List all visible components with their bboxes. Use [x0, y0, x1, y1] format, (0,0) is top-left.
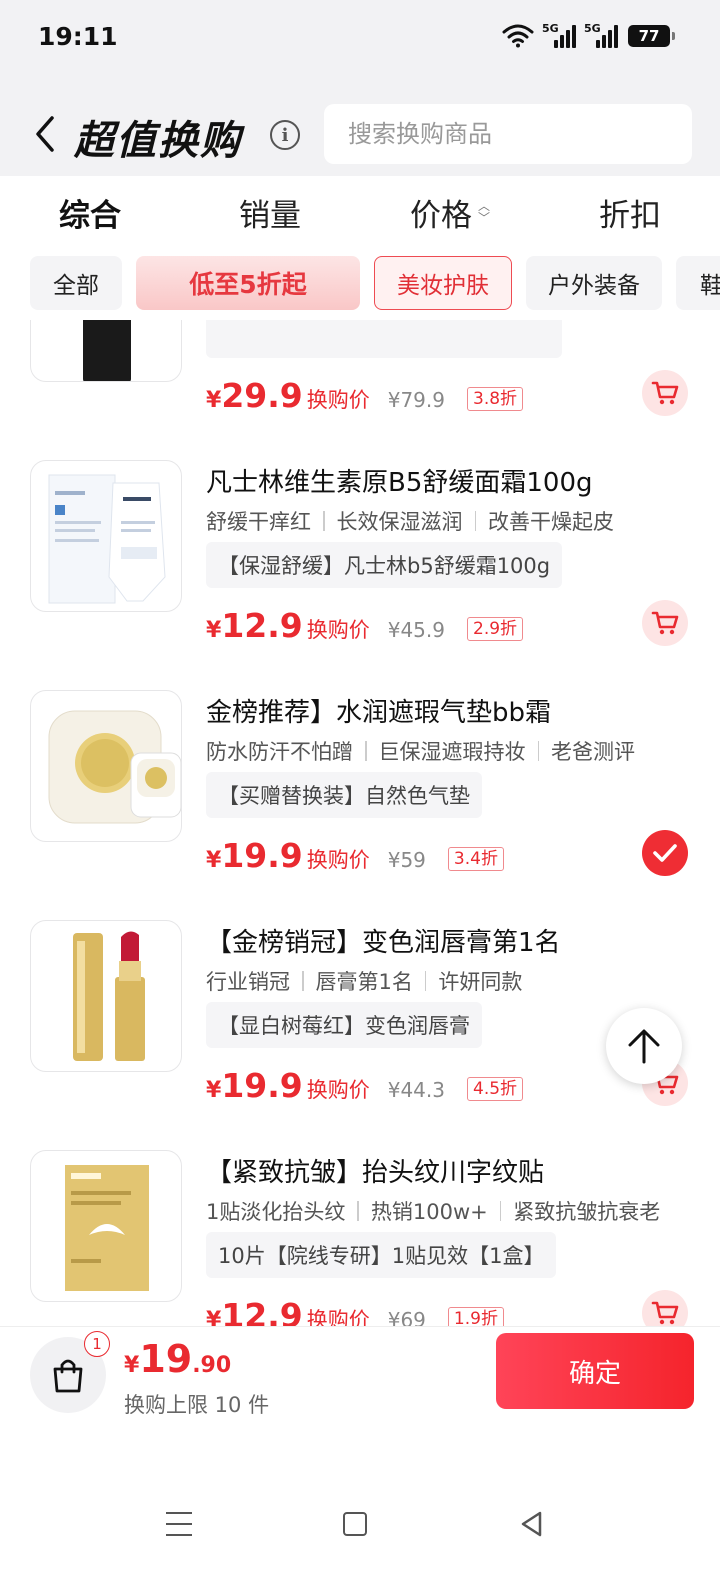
sort-arrows-icon: ︿ ﹀: [477, 199, 490, 225]
product-price: 12.9: [221, 606, 303, 645]
chip-beauty[interactable]: 美妆护肤: [374, 256, 512, 310]
product-tags: 防水防汗不怕蹭 巨保湿遮瑕持妆 老爸测评: [206, 740, 635, 764]
tab-discount[interactable]: 折扣: [540, 176, 720, 246]
selected-check-button[interactable]: [642, 830, 688, 876]
product-spec: 【买赠替换装】自然色气垫: [206, 772, 482, 818]
price-label: 换购价: [306, 618, 370, 642]
discount-badge: 3.8折: [467, 387, 524, 411]
product-title: 凡士林维生素原B5舒缓面霜100g: [206, 468, 593, 498]
lipstick-image: [73, 931, 145, 1061]
status-bar: 19:11 5G 5G 77: [0, 0, 720, 80]
discount-badge: 2.9折: [467, 617, 524, 641]
scroll-to-top-button[interactable]: [606, 1008, 682, 1084]
limit-text: 换购上限 10 件: [124, 1393, 270, 1417]
signal-icon: 5G: [542, 22, 576, 48]
filter-chips: 全部 低至5折起 美妆护肤 户外装备 鞋: [0, 256, 720, 314]
search-box[interactable]: [324, 104, 692, 164]
chip-shoes[interactable]: 鞋: [676, 256, 720, 310]
bottle-image: [83, 320, 131, 381]
product-image: [30, 920, 182, 1072]
product-spec: 【显白树莓红】变色润唇膏: [206, 1002, 482, 1048]
tab-price[interactable]: 价格 ︿ ﹀: [360, 176, 540, 246]
product-title: 【紧致抗皱】抬头纹川字纹贴: [206, 1158, 545, 1188]
product-spec: [206, 320, 562, 358]
check-icon: [653, 844, 677, 862]
back-icon[interactable]: [30, 114, 60, 154]
product-list[interactable]: ¥ 29.9 换购价 ¥79.9 3.8折 凡士林维生素原B5舒缓面霜100g …: [0, 320, 720, 1326]
total-price: ¥19.90: [124, 1337, 232, 1381]
cart-icon: [651, 611, 679, 635]
product-card[interactable]: 凡士林维生素原B5舒缓面霜100g 舒缓干痒红 长效保湿滋润 改善干燥起皮 【保…: [0, 450, 720, 680]
chip-promo[interactable]: 低至5折起: [136, 256, 360, 310]
info-icon[interactable]: i: [270, 120, 300, 150]
price-row: ¥ 19.9 换购价 ¥59 3.4折: [206, 836, 504, 875]
price-label: 换购价: [306, 388, 370, 412]
original-price: ¥59: [387, 848, 426, 872]
product-tags: 行业销冠 唇膏第1名 许妍同款: [206, 970, 523, 994]
product-tags: 1贴淡化抬头纹 热销100w+ 紧致抗皱抗衰老: [206, 1200, 661, 1224]
product-image: [30, 460, 182, 612]
chip-all[interactable]: 全部: [30, 256, 122, 310]
page-title: 超值换购: [74, 118, 242, 164]
price-row: ¥ 12.9 换购价 ¥69 1.9折: [206, 1296, 504, 1326]
cushion-compact-image: [48, 710, 181, 824]
product-title: 【金榜销冠】变色润唇膏第1名: [206, 928, 561, 958]
price-row: ¥ 29.9 换购价 ¥79.9 3.8折: [206, 376, 524, 415]
top-area: 19:11 5G 5G 77 超值换购 i 搜索换购商品: [0, 0, 720, 176]
product-price: 19.9: [221, 836, 303, 875]
tab-comprehensive[interactable]: 综合: [0, 176, 180, 246]
product-image: [30, 320, 182, 382]
discount-badge: 3.4折: [447, 847, 504, 871]
chip-outdoor[interactable]: 户外装备: [526, 256, 662, 310]
search-input[interactable]: [324, 104, 692, 164]
sort-tabs: 综合 销量 价格 ︿ ﹀ 折扣: [0, 176, 720, 246]
home-icon[interactable]: [343, 1512, 367, 1536]
tab-sales[interactable]: 销量: [180, 176, 360, 246]
cart-icon: [651, 381, 679, 405]
product-card[interactable]: 【紧致抗皱】抬头纹川字纹贴 1贴淡化抬头纹 热销100w+ 紧致抗皱抗衰老 10…: [0, 1140, 720, 1326]
product-spec: 10片【院线专研】1贴见效【1盒】: [206, 1232, 557, 1278]
product-image: [30, 1150, 182, 1302]
menu-icon[interactable]: [166, 1512, 192, 1536]
price-row: ¥ 19.9 换购价 ¥44.3 4.5折: [206, 1066, 524, 1105]
nav-back-icon[interactable]: [518, 1510, 546, 1538]
price-row: ¥ 12.9 换购价 ¥45.9 2.9折: [206, 606, 524, 645]
status-icons: 5G 5G 77: [502, 22, 675, 48]
cart-icon: [651, 1301, 679, 1325]
add-to-cart-button[interactable]: [642, 1290, 688, 1326]
shopping-bag-icon: [53, 1359, 83, 1393]
price-label: 换购价: [306, 1078, 370, 1102]
patch-box-image: [65, 1165, 149, 1291]
price-label: 换购价: [306, 848, 370, 872]
product-price: 29.9: [221, 376, 303, 415]
product-image: [30, 690, 182, 842]
product-price: 12.9: [221, 1296, 303, 1326]
signal-icon: 5G: [584, 22, 618, 48]
bottom-bar: 1 ¥19.90 换购上限 10 件 确定: [0, 1326, 720, 1486]
cream-tube-image: [48, 474, 166, 604]
original-price: ¥79.9: [387, 388, 445, 412]
confirm-button[interactable]: 确定: [496, 1333, 694, 1409]
product-price: 19.9: [221, 1066, 303, 1105]
arrow-up-icon: [628, 1029, 660, 1064]
discount-badge: 1.9折: [447, 1307, 504, 1326]
original-price: ¥69: [387, 1308, 426, 1326]
cart-count-badge: 1: [84, 1331, 110, 1357]
add-to-cart-button[interactable]: [642, 370, 688, 416]
wifi-icon: [502, 24, 534, 48]
add-to-cart-button[interactable]: [642, 600, 688, 646]
original-price: ¥45.9: [387, 618, 445, 642]
product-spec: 【保湿舒缓】凡士林b5舒缓霜100g: [206, 542, 563, 588]
system-nav-bar: [0, 1486, 720, 1584]
price-label: 换购价: [306, 1308, 370, 1326]
status-time: 19:11: [38, 22, 118, 51]
product-card[interactable]: 金榜推荐】水润遮瑕气垫bb霜 防水防汗不怕蹭 巨保湿遮瑕持妆 老爸测评 【买赠替…: [0, 680, 720, 910]
product-card[interactable]: ¥ 29.9 换购价 ¥79.9 3.8折: [0, 320, 720, 450]
product-title: 金榜推荐】水润遮瑕气垫bb霜: [206, 698, 552, 728]
discount-badge: 4.5折: [467, 1077, 524, 1101]
header: 超值换购 i: [0, 96, 720, 172]
battery-icon: 77: [628, 25, 675, 47]
product-tags: 舒缓干痒红 长效保湿滋润 改善干燥起皮: [206, 510, 614, 534]
original-price: ¥44.3: [387, 1078, 445, 1102]
